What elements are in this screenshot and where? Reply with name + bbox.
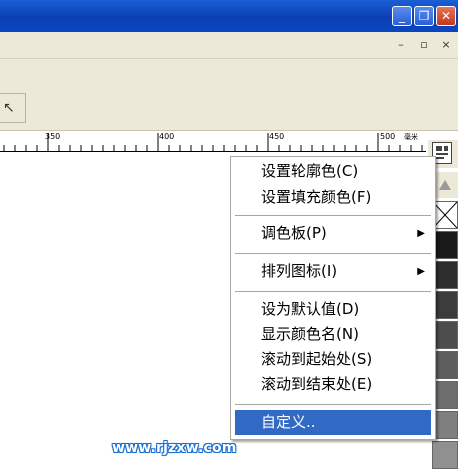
menu-item-label: 调色板(P) (261, 224, 327, 242)
menu-item-label: 排列图标(I) (261, 262, 338, 280)
pointer-icon: ↖ (3, 100, 15, 116)
pick-tool-button[interactable]: ↖ (0, 93, 26, 123)
menu-item-label: 设置填充颜色(F) (261, 188, 372, 206)
submenu-arrow-icon: ▶ (417, 228, 425, 239)
menu-item-show-color-names[interactable]: 显示颜色名(N) (235, 322, 431, 347)
horizontal-ruler[interactable]: 350 400 450 500 毫米 (0, 131, 426, 152)
ruler-unit: 毫米 (404, 133, 418, 141)
minimize-button[interactable]: _ (392, 6, 412, 26)
restore-button[interactable]: ❐ (414, 6, 434, 26)
no-color-x-icon (432, 201, 458, 229)
menu-item-arrange-icons[interactable]: 排列图标(I) ▶ (235, 259, 431, 284)
menu-item-label: 滚动到起始处(S) (261, 350, 373, 368)
menu-separator (235, 215, 431, 216)
color-swatch[interactable] (432, 441, 458, 469)
title-bar: _ ❐ ✕ (0, 0, 458, 32)
menu-item-label: 滚动到结束处(E) (261, 375, 373, 393)
watermark: www.rjzxw.com (112, 440, 237, 456)
ruler-label: 400 (159, 132, 175, 141)
ruler-label: 500 (380, 132, 396, 141)
menu-item-set-default[interactable]: 设为默认值(D) (235, 297, 431, 322)
menu-separator (235, 291, 431, 292)
menu-item-scroll-to-start[interactable]: 滚动到起始处(S) (235, 347, 431, 372)
ruler-label: 450 (269, 132, 285, 141)
palette-context-menu: 设置轮廓色(C) 设置填充颜色(F) 调色板(P) ▶ 排列图标(I) ▶ 设为… (230, 156, 436, 440)
menu-item-customize[interactable]: 自定义.. (235, 410, 431, 435)
document-minimize-button[interactable]: – (393, 38, 409, 52)
menu-item-set-outline-color[interactable]: 设置轮廓色(C) (235, 159, 431, 184)
ruler-label: 350 (45, 132, 61, 141)
menu-item-label: 自定义.. (261, 413, 316, 431)
menu-item-set-fill-color[interactable]: 设置填充颜色(F) (235, 185, 431, 210)
menu-item-palette[interactable]: 调色板(P) ▶ (235, 221, 431, 246)
ruler-ticks (3, 133, 423, 151)
property-toolbar: ↖ (0, 59, 458, 131)
close-button[interactable]: ✕ (436, 6, 456, 26)
document-restore-button[interactable]: ▫ (416, 38, 432, 52)
menu-item-scroll-to-end[interactable]: 滚动到结束处(E) (235, 372, 431, 397)
menu-separator (235, 253, 431, 254)
menu-item-label: 显示颜色名(N) (261, 325, 359, 343)
menu-bar: – ▫ × (0, 32, 458, 59)
menu-item-label: 设置轮廓色(C) (261, 162, 359, 180)
menu-separator (235, 404, 431, 405)
submenu-arrow-icon: ▶ (417, 266, 425, 277)
menu-item-label: 设为默认值(D) (261, 300, 360, 318)
document-close-button[interactable]: × (438, 38, 454, 52)
